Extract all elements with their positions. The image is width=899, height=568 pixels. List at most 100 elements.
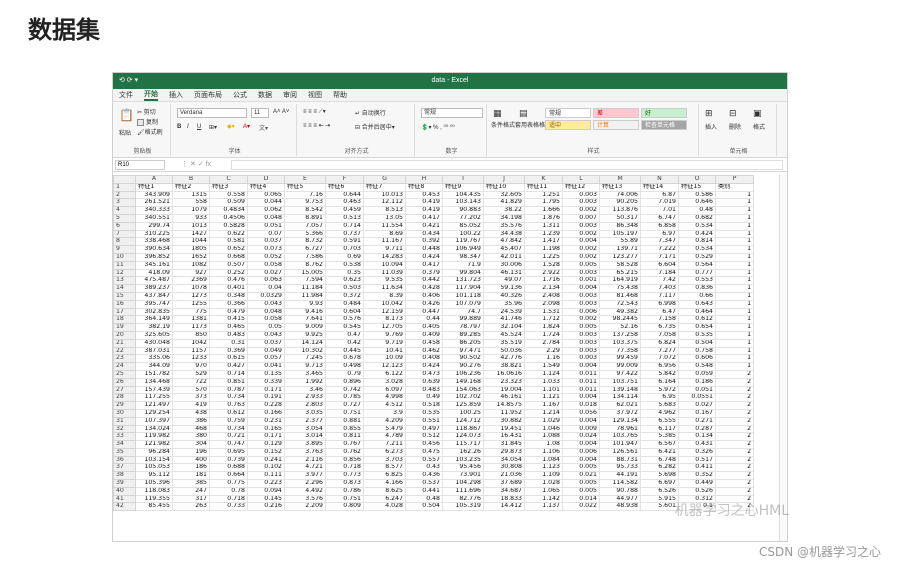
column-header[interactable]: K xyxy=(524,175,563,184)
cell[interactable]: 0.606 xyxy=(678,354,716,364)
cell[interactable]: 2.098 xyxy=(524,299,563,309)
cell[interactable]: 8.732 xyxy=(284,237,326,247)
cell[interactable]: 8.39 xyxy=(363,291,406,301)
column-header[interactable]: B xyxy=(172,175,210,184)
delete-cells-button[interactable]: 删除 xyxy=(729,122,741,131)
cell[interactable]: 74.7 xyxy=(442,307,484,317)
cell[interactable]: 0.513 xyxy=(325,213,364,223)
cell[interactable]: 52.16 xyxy=(599,323,641,332)
cell[interactable]: 95.456 xyxy=(442,463,484,473)
cell[interactable]: 6.824 xyxy=(640,338,679,348)
cell[interactable]: 102.702 xyxy=(442,393,484,403)
cell[interactable]: 304 xyxy=(172,440,210,449)
cell[interactable]: 0.69 xyxy=(325,252,364,262)
cell[interactable]: 3.9 xyxy=(363,408,406,418)
cell[interactable]: 123.277 xyxy=(599,252,641,262)
cell[interactable]: 131.723 xyxy=(442,276,484,286)
cell[interactable]: 115.717 xyxy=(442,440,484,449)
cell[interactable]: 0.005 xyxy=(562,260,600,270)
cell[interactable]: 1315 xyxy=(172,190,210,200)
cell[interactable]: 157.439 xyxy=(135,385,173,395)
cell[interactable]: 0.406 xyxy=(405,291,443,301)
cell[interactable]: 124.073 xyxy=(442,432,484,442)
cell[interactable]: 2.209 xyxy=(284,502,326,512)
cell[interactable]: 42.011 xyxy=(483,252,525,262)
row-header[interactable]: 32 xyxy=(113,424,136,434)
cell[interactable]: 13.05 xyxy=(363,213,406,223)
cell[interactable]: 1.101 xyxy=(524,385,563,395)
cell[interactable]: 299.74 xyxy=(135,221,173,231)
cell[interactable]: 0.5828 xyxy=(209,221,248,231)
cell[interactable]: 2369 xyxy=(172,276,210,286)
style-bad[interactable]: 差 xyxy=(593,108,639,118)
cell[interactable]: 77.202 xyxy=(442,213,484,223)
cell[interactable]: 1381 xyxy=(172,315,210,325)
ribbon-tab[interactable]: 页面布局 xyxy=(194,90,222,100)
cell[interactable]: 11.167 xyxy=(363,237,406,247)
cell[interactable]: 6.956 xyxy=(640,362,679,371)
cell[interactable]: 129.254 xyxy=(135,408,173,418)
cell[interactable]: 0.003 xyxy=(562,354,600,364)
cell[interactable]: 3.014 xyxy=(284,432,326,442)
cell[interactable]: 11.952 xyxy=(483,408,525,418)
wrap-text-button[interactable]: ↵ 自动换行 xyxy=(355,108,386,117)
cell[interactable]: 18.833 xyxy=(483,494,525,504)
cell[interactable]: 0.78 xyxy=(209,486,248,496)
cell[interactable]: 2 xyxy=(715,455,754,465)
cell[interactable]: 0.739 xyxy=(209,455,248,465)
cell[interactable]: 0.326 xyxy=(678,447,716,457)
cell[interactable]: 149.168 xyxy=(442,377,484,387)
cell[interactable]: 98.2445 xyxy=(599,315,641,325)
cell[interactable]: 437.847 xyxy=(135,291,173,301)
cell[interactable]: 0.052 xyxy=(247,252,285,262)
cell[interactable]: 0.714 xyxy=(209,369,248,379)
cell[interactable]: 105.053 xyxy=(135,463,173,473)
cell[interactable]: 12.112 xyxy=(363,198,406,208)
cell[interactable]: 0.102 xyxy=(247,463,285,473)
cell[interactable]: 0.339 xyxy=(247,377,285,387)
cell[interactable]: 0.417 xyxy=(405,213,443,223)
cell[interactable]: 6.555 xyxy=(640,416,679,426)
cell[interactable]: 0.223 xyxy=(247,479,285,488)
cell[interactable]: 0.065 xyxy=(247,190,285,200)
cell[interactable]: 0.003 xyxy=(562,299,600,309)
cell[interactable]: 2.116 xyxy=(284,455,326,465)
cell[interactable]: 1427 xyxy=(172,229,210,239)
cell[interactable]: 529 xyxy=(172,369,210,379)
cell[interactable]: 0.191 xyxy=(247,393,285,403)
cell[interactable]: 0.479 xyxy=(209,307,248,317)
cell[interactable]: 1078 xyxy=(172,284,210,293)
cell[interactable]: 49.382 xyxy=(599,307,641,317)
cell[interactable]: 1 xyxy=(715,330,754,340)
cell[interactable]: 14.412 xyxy=(483,502,525,512)
cell[interactable]: 0.05 xyxy=(247,323,285,332)
column-header[interactable]: M xyxy=(599,175,641,184)
cell[interactable]: 1 xyxy=(715,362,754,371)
cell[interactable]: 73.901 xyxy=(442,471,484,481)
cell[interactable]: 2.803 xyxy=(284,401,326,410)
cell[interactable]: 7.277 xyxy=(640,346,679,356)
bold-button[interactable]: B xyxy=(177,124,181,130)
row-header[interactable]: 30 xyxy=(113,408,136,418)
cell[interactable]: 1.046 xyxy=(524,424,563,434)
cell[interactable]: 134.024 xyxy=(135,424,173,434)
cell[interactable]: 0.526 xyxy=(678,486,716,496)
cell[interactable]: 385 xyxy=(172,479,210,488)
insert-cells-button[interactable]: 插入 xyxy=(705,122,717,131)
cell[interactable]: 2 xyxy=(715,440,754,449)
cell[interactable]: 2.784 xyxy=(524,338,563,348)
font-name-select[interactable]: Verdana xyxy=(177,108,247,118)
cell[interactable]: 1 xyxy=(715,268,754,278)
cell[interactable]: 0.003 xyxy=(562,291,600,301)
cell[interactable]: 0.767 xyxy=(325,440,364,449)
cell[interactable]: 0.369 xyxy=(209,346,248,356)
cell[interactable]: 71.9 xyxy=(442,260,484,270)
cell[interactable]: 6.998 xyxy=(640,299,679,309)
cell[interactable]: 0.003 xyxy=(562,346,600,356)
column-header[interactable]: E xyxy=(284,175,326,184)
cell[interactable]: 0.742 xyxy=(325,385,364,395)
cell[interactable]: 0.535 xyxy=(405,408,443,418)
row-header[interactable]: 33 xyxy=(113,432,136,442)
cell[interactable]: 340.333 xyxy=(135,206,173,215)
cell[interactable]: 2.377 xyxy=(284,416,326,426)
